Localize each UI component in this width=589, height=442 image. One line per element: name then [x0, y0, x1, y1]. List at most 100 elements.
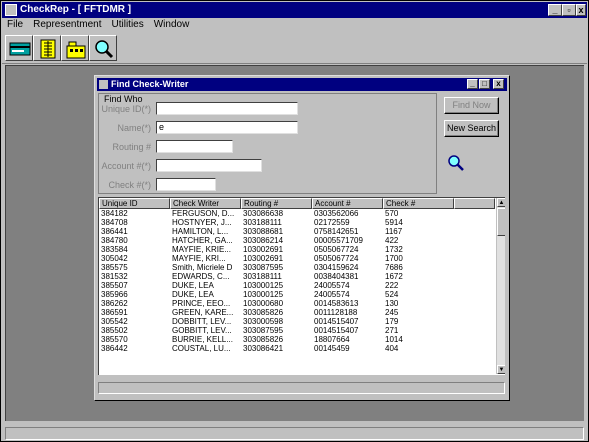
routing-field[interactable] [156, 140, 233, 153]
table-row[interactable]: 305042 MAYFIE, KRI... 103002691 0505067724 1… [99, 254, 495, 263]
scroll-down-arrow-icon[interactable]: ▼ [497, 365, 505, 374]
scroll-up-arrow-icon[interactable]: ▲ [497, 198, 505, 207]
grid-header: Unique ID Check Writer Routing # Account… [99, 198, 495, 209]
app-icon[interactable] [5, 4, 17, 16]
child-maximize-button[interactable]: □ [479, 79, 490, 89]
account-label: Account #(*) [101, 161, 151, 171]
cell-account: 24005574 [314, 290, 350, 299]
cell-check-writer: DUKE, LEA [172, 281, 214, 290]
cell-unique-id: 386591 [101, 308, 128, 317]
menu-utilities[interactable]: Utilities [107, 18, 149, 32]
cell-check: 1167 [385, 227, 403, 236]
table-row[interactable]: 305542 DOBBITT, LEV... 303000598 0014515407… [99, 317, 495, 326]
cell-account: 00005571709 [314, 236, 363, 245]
cell-check-writer: GREEN, KARE... [172, 308, 234, 317]
cell-check: 5914 [385, 218, 403, 227]
cell-check: 1700 [385, 254, 403, 263]
cell-check: 130 [385, 299, 399, 308]
cell-account: 0038404381 [314, 272, 359, 281]
cell-account: 0014515407 [314, 326, 359, 335]
vertical-scrollbar[interactable]: ▲ ▼ [496, 198, 505, 374]
column-header-filler [454, 198, 495, 209]
cell-unique-id: 384708 [101, 218, 128, 227]
cell-check: 1672 [385, 272, 403, 281]
find-now-button[interactable]: Find Now [444, 97, 499, 114]
table-row[interactable]: 386441 HAMILTON, L... 303088681 0758142651 1… [99, 227, 495, 236]
menu-bar: File Representment Utilities Window [2, 18, 587, 32]
menu-file[interactable]: File [2, 18, 28, 32]
cell-routing: 103000125 [243, 290, 284, 299]
find-who-group: Find Who Unique ID(*) Name(*) e Routing … [98, 93, 437, 194]
cell-check: 404 [385, 344, 399, 353]
table-row[interactable]: 383584 MAYFIE, KRIE... 103002691 0505067724… [99, 245, 495, 254]
column-header-account[interactable]: Account # [312, 198, 383, 209]
ledger-icon [40, 39, 56, 59]
table-row[interactable]: 385966 DUKE, LEA 103000125 24005574 524 [99, 290, 495, 299]
cell-routing: 103002691 [243, 245, 284, 254]
cell-routing: 303087595 [243, 326, 284, 335]
cell-unique-id: 383584 [101, 245, 128, 254]
cell-unique-id: 385575 [101, 263, 128, 272]
cell-check-writer: HAMILTON, L... [172, 227, 229, 236]
column-header-check-writer[interactable]: Check Writer [170, 198, 241, 209]
account-field[interactable] [156, 159, 262, 172]
column-header-unique-id[interactable]: Unique ID [99, 198, 170, 209]
cell-account: 0758142651 [314, 227, 359, 236]
cell-check-writer: FERGUSON, D... [172, 209, 235, 218]
table-row[interactable]: 385570 BURRIE, KELL... 303085826 18807664 10… [99, 335, 495, 344]
results-grid[interactable]: Unique ID Check Writer Routing # Account… [98, 197, 505, 375]
unique-id-field[interactable] [156, 102, 298, 115]
check-label: Check #(*) [108, 180, 151, 190]
child-close-button[interactable]: x [493, 79, 504, 89]
cell-check-writer: EDWARDS, C... [172, 272, 230, 281]
cell-unique-id: 384780 [101, 236, 128, 245]
scroll-thumb[interactable] [497, 208, 505, 236]
cell-account: 0014583613 [314, 299, 359, 308]
column-header-check[interactable]: Check # [383, 198, 454, 209]
cell-unique-id: 385966 [101, 290, 128, 299]
table-row[interactable]: 385575 Smith, Micriele D 303087595 03041596… [99, 263, 495, 272]
minimize-button[interactable]: _ [548, 4, 562, 16]
cell-unique-id: 385507 [101, 281, 128, 290]
cell-routing: 103000680 [243, 299, 284, 308]
cell-routing: 303086638 [243, 209, 284, 218]
cell-check: 222 [385, 281, 399, 290]
check-field[interactable] [156, 178, 216, 191]
column-header-routing[interactable]: Routing # [241, 198, 312, 209]
folder-button[interactable] [61, 35, 89, 61]
app-title: CheckRep - [ FFTDMR ] [20, 4, 132, 15]
app-title-bar[interactable]: CheckRep - [ FFTDMR ] _ ▫ x [2, 2, 587, 18]
cell-check: 1014 [385, 335, 403, 344]
child-title-bar[interactable]: Find Check-Writer _ □ x [97, 78, 507, 91]
table-row[interactable]: 384708 HOSTNYER, J... 303188111 02172559 591… [99, 218, 495, 227]
table-row[interactable]: 385502 GOBBITT, LEV... 303087595 0014515407… [99, 326, 495, 335]
child-minimize-button[interactable]: _ [467, 79, 478, 89]
table-row[interactable]: 386442 COUSTAL, LU... 303086421 00145459 404 [99, 344, 495, 353]
name-label: Name(*) [117, 123, 151, 133]
cell-check: 7686 [385, 263, 403, 272]
search-button[interactable] [89, 35, 117, 61]
table-row[interactable]: 384780 HATCHER, GA... 303086214 00005571709… [99, 236, 495, 245]
cell-check-writer: Smith, Micriele D [172, 263, 233, 272]
table-row[interactable]: 384182 FERGUSON, D... 303086638 0303562066 5… [99, 209, 495, 218]
find-check-writer-window: Find Check-Writer _ □ x Find Who Unique … [94, 75, 510, 401]
card-button[interactable] [5, 35, 33, 61]
cell-routing: 303000598 [243, 317, 284, 326]
table-row[interactable]: 386262 PRINCE, EEO... 103000680 0014583613 1… [99, 299, 495, 308]
menu-window[interactable]: Window [149, 18, 195, 32]
name-field[interactable]: e [156, 121, 298, 134]
restore-button[interactable]: ▫ [562, 4, 576, 16]
close-button[interactable]: x [576, 4, 586, 16]
child-window-icon[interactable] [99, 80, 108, 89]
menu-representment[interactable]: Representment [28, 18, 106, 32]
new-search-button[interactable]: New Search [444, 120, 499, 137]
cell-check-writer: HOSTNYER, J... [172, 218, 232, 227]
table-row[interactable]: 386591 GREEN, KARE... 303085826 0011128188 2… [99, 308, 495, 317]
cell-unique-id: 381532 [101, 272, 128, 281]
table-row[interactable]: 381532 EDWARDS, C... 303188111 0038404381 16… [99, 272, 495, 281]
cell-account: 02172559 [314, 218, 350, 227]
table-row[interactable]: 385507 DUKE, LEA 103000125 24005574 222 [99, 281, 495, 290]
ledger-button[interactable] [33, 35, 61, 61]
cell-check: 245 [385, 308, 399, 317]
cell-account: 0014515407 [314, 317, 359, 326]
